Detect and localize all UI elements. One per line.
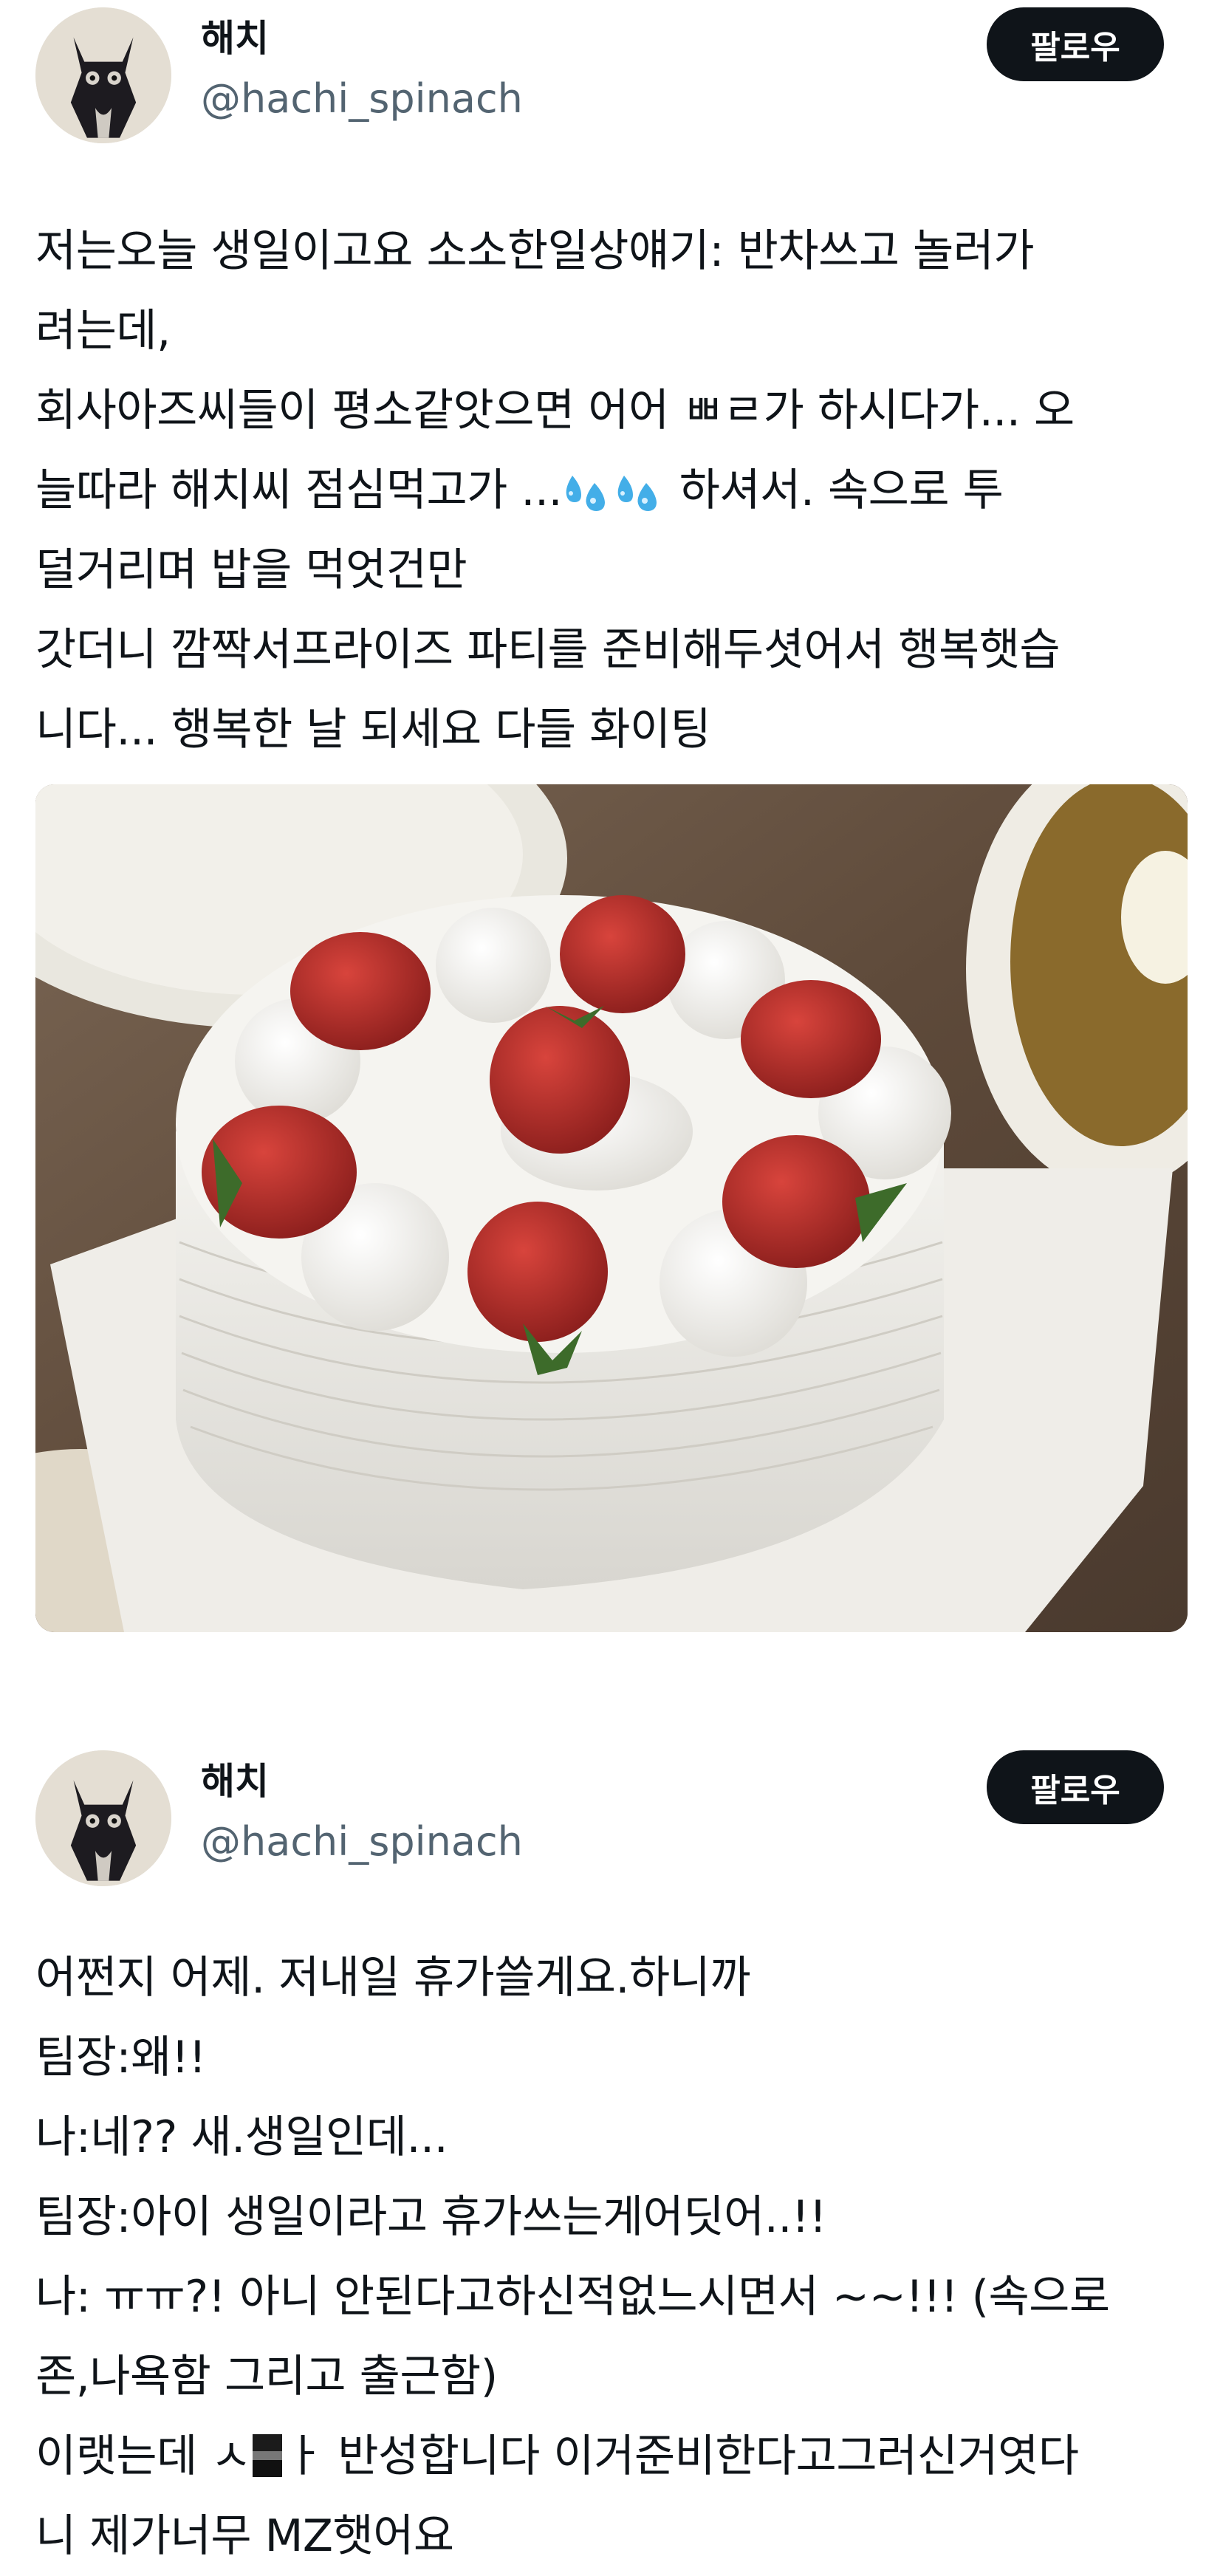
sweat-droplets-icon <box>617 476 657 511</box>
text-line: 팀장:왜!! <box>35 2032 206 2083</box>
text-line: 덜거리며 밥을 먹엇건만 <box>35 544 467 596</box>
text-segment: ㅏ 반성합니다 이거준비한다고그러신거엿다 <box>284 2431 1079 2482</box>
text-segment: 늘따라 해치씨 점심먹고가 ... <box>35 465 563 516</box>
strawberry-cake-image <box>35 784 1188 1632</box>
text-line: 이랫는데 ㅅㅏ 반성합니다 이거준비한다고그러신거엿다 <box>35 2416 1188 2496</box>
cat-avatar-icon <box>35 1750 171 1886</box>
text-line: 나:네?? 새.생일인데... <box>35 2111 448 2163</box>
avatar[interactable] <box>35 1750 171 1886</box>
cat-avatar-icon <box>35 7 171 143</box>
text-line: 늘따라 해치씨 점심먹고가 ... 하셔서. 속으로 투 <box>35 451 1188 530</box>
text-line: 려는데, <box>35 305 171 357</box>
avatar[interactable] <box>35 7 171 143</box>
post-text: 어쩐지 어제. 저내일 휴가쓸게요.하니까 팀장:왜!! 나:네?? 새.생일인… <box>35 1938 1188 2576</box>
text-line: 니다... 행복한 날 되세요 다들 화이팅 <box>35 704 711 756</box>
sweat-droplets-icon <box>566 476 606 511</box>
text-line: 팀장:아이 생일이라고 휴가쓰는게어딧어..!! <box>35 2191 827 2243</box>
text-line: 존,나욕함 그리고 출근함) <box>35 2351 498 2402</box>
user-handle[interactable]: @hachi_spinach <box>201 75 523 123</box>
text-segment: 이랫는데 ㅅ <box>35 2431 252 2482</box>
post-header: 해치 @hachi_spinach 팔로우 <box>0 1743 1223 1891</box>
user-handle[interactable]: @hachi_spinach <box>201 1818 523 1866</box>
text-line: 나: ㅠㅠ?! 아니 안된다고하신적없느시면서 ~~!!! (속으로 <box>35 2271 1110 2323</box>
post-header: 해치 @hachi_spinach 팔로우 <box>0 0 1223 148</box>
display-name[interactable]: 해치 <box>201 16 269 61</box>
display-name[interactable]: 해치 <box>201 1759 269 1803</box>
text-line: 회사아즈씨들이 평소같앗으면 어어 ㅃㄹ가 하시다가... 오 <box>35 385 1075 436</box>
text-segment: 하셔서. 속으로 투 <box>665 465 1004 516</box>
text-line: 어쩐지 어제. 저내일 휴가쓸게요.하니까 <box>35 1952 751 2004</box>
post-2: 해치 @hachi_spinach 팔로우 어쩐지 어제. 저내일 휴가쓸게요.… <box>0 1743 1223 2562</box>
post-text: 저는오늘 생일이고요 소소한일상얘기: 반차쓰고 놀러가 려는데, 회사아즈씨들… <box>35 211 1188 770</box>
follow-button[interactable]: 팔로우 <box>987 7 1164 81</box>
text-line: 저는오늘 생일이고요 소소한일상얘기: 반차쓰고 놀러가 <box>35 225 1035 277</box>
follow-button[interactable]: 팔로우 <box>987 1750 1164 1824</box>
post-1: 해치 @hachi_spinach 팔로우 저는오늘 생일이고요 소소한일상얘기… <box>0 0 1223 1632</box>
text-line: 갓더니 깜짝서프라이즈 파티를 준비해두셧어서 행복햇습 <box>35 624 1061 676</box>
censor-icon <box>253 2434 283 2477</box>
text-line: 니 제가너무 MZ햇어요 <box>35 2510 454 2562</box>
cake-photo[interactable] <box>35 784 1188 1632</box>
